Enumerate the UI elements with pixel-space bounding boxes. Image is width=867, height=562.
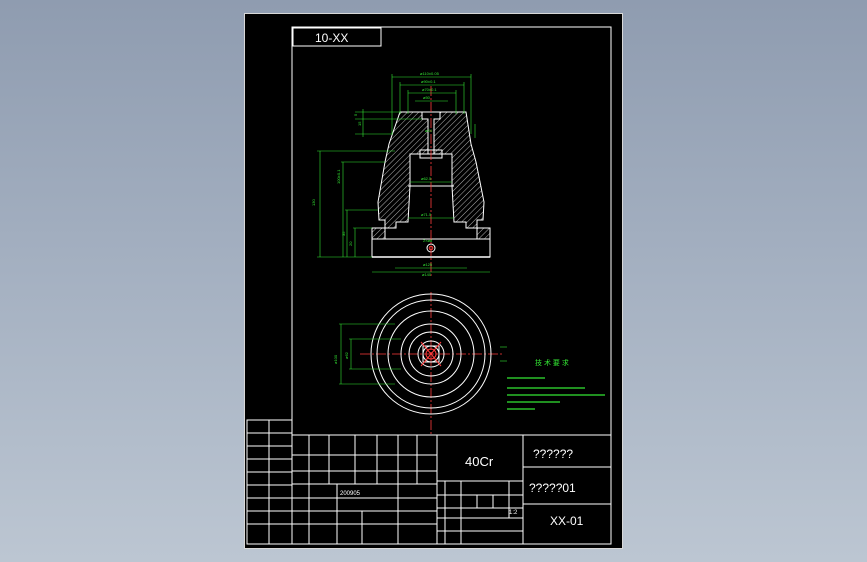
svg-text:20: 20 [348, 241, 353, 246]
scale-value: 1:2 [509, 510, 518, 516]
svg-text:ø62: ø62 [344, 351, 349, 359]
front-left-section [371, 111, 429, 240]
svg-text:5: 5 [353, 113, 358, 116]
company-name: ?????? [533, 447, 573, 461]
drawing-frame [291, 26, 612, 545]
svg-text:100±0.1: 100±0.1 [336, 169, 341, 184]
drawing-code: XX-01 [550, 514, 584, 528]
svg-text:15: 15 [357, 121, 362, 126]
svg-text:130: 130 [311, 199, 316, 206]
svg-text:ø70±0.1: ø70±0.1 [422, 87, 437, 92]
svg-text:ø140: ø140 [422, 272, 432, 277]
svg-text:ø100: ø100 [333, 354, 338, 364]
svg-text:ø71.5: ø71.5 [421, 212, 432, 217]
front-right-section [433, 111, 491, 240]
drawing-sheet: 10-XX ø110±0.05 ø90±0.1 ø70±0.1 ø50 ø62.… [244, 13, 623, 549]
cad-drawing: 10-XX ø110±0.05 ø90±0.1 ø70±0.1 ø50 ø62.… [246, 26, 612, 545]
tech-req-title: 技 术 要 求 [535, 358, 569, 367]
svg-text:ø24: ø24 [425, 128, 433, 133]
corner-code: 10-XX [315, 31, 348, 45]
svg-text:35: 35 [341, 231, 346, 236]
design-date: 200905 [340, 491, 361, 497]
front-dimension-texts: ø110±0.05 ø90±0.1 ø70±0.1 ø50 ø62.5 ø71.… [311, 71, 440, 277]
material-label: 40Cr [465, 454, 494, 469]
technical-requirements: 技 术 要 求 [507, 358, 605, 410]
svg-text:ø50: ø50 [423, 95, 431, 100]
svg-text:2×ø8: 2×ø8 [423, 238, 433, 243]
svg-text:ø90±0.1: ø90±0.1 [421, 79, 436, 84]
svg-text:ø110±0.05: ø110±0.05 [420, 71, 440, 76]
svg-text:ø125: ø125 [423, 262, 433, 267]
part-number: ?????01 [529, 481, 576, 495]
svg-text:ø62.5: ø62.5 [421, 176, 432, 181]
